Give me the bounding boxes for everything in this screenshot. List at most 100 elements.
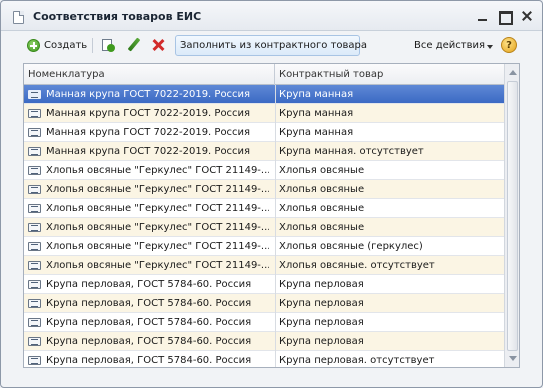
table-row[interactable]: Крупа перловая, ГОСТ 5784-60. Россия Круп… — [24, 275, 504, 294]
table-row[interactable]: Хлопья овсяные "Геркулес" ГОСТ 21149-...… — [24, 256, 504, 275]
column-divider — [275, 351, 276, 367]
fill-from-contract-label: Заполнить из контрактного товара — [180, 40, 368, 51]
edit-button[interactable] — [124, 36, 142, 56]
table-row[interactable]: Манная крупа ГОСТ 7022-2019. Россия Крупа… — [24, 104, 504, 123]
nomenclature-cell: Хлопья овсяные "Геркулес" ГОСТ 21149-... — [46, 184, 269, 195]
catalog-item-icon — [28, 166, 41, 175]
column-divider — [275, 199, 276, 218]
nomenclature-cell: Манная крупа ГОСТ 7022-2019. Россия — [46, 108, 251, 119]
nomenclature-cell: Манная крупа ГОСТ 7022-2019. Россия — [46, 146, 251, 157]
matches-table: Номенклатура Контрактный товар Манная кр… — [23, 63, 520, 368]
maximize-button[interactable] — [498, 9, 513, 25]
catalog-item-icon — [28, 318, 41, 327]
nomenclature-cell: Крупа перловая, ГОСТ 5784-60. Россия — [46, 355, 252, 366]
help-icon: ? — [501, 37, 517, 53]
catalog-item-icon — [28, 90, 41, 99]
column-divider — [275, 85, 276, 104]
nomenclature-cell: Хлопья овсяные "Геркулес" ГОСТ 21149-... — [46, 165, 269, 176]
table-row[interactable]: Хлопья овсяные "Геркулес" ГОСТ 21149-...… — [24, 237, 504, 256]
nomenclature-cell: Крупа перловая, ГОСТ 5784-60. Россия — [46, 317, 252, 328]
nomenclature-cell: Хлопья овсяные "Геркулес" ГОСТ 21149-... — [46, 241, 269, 252]
fill-from-contract-button[interactable]: Заполнить из контрактного товара — [175, 35, 367, 56]
close-button[interactable] — [520, 9, 534, 23]
chevron-down-icon — [487, 45, 493, 49]
table-row[interactable]: Крупа перловая, ГОСТ 5784-60. Россия Круп… — [24, 294, 504, 313]
table-row[interactable]: Манная крупа ГОСТ 7022-2019. Россия Крупа… — [24, 85, 504, 104]
contract-item-cell: Крупа перловая. отсутствует — [279, 355, 435, 366]
table-row[interactable]: Хлопья овсяные "Геркулес" ГОСТ 21149-...… — [24, 218, 504, 237]
window: Соответствия товаров ЕИС Создать Заполни… — [0, 0, 543, 388]
contract-item-cell: Крупа манная — [279, 89, 354, 100]
column-divider — [275, 180, 276, 199]
contract-item-cell: Хлопья овсяные — [279, 222, 365, 233]
scroll-up-icon[interactable] — [509, 70, 517, 75]
contract-item-cell: Хлопья овсяные. отсутствует — [279, 260, 435, 271]
catalog-item-icon — [28, 185, 41, 194]
contract-item-cell: Крупа манная — [279, 108, 354, 119]
column-divider — [275, 313, 276, 332]
copy-button[interactable] — [99, 36, 117, 56]
nomenclature-cell: Крупа перловая, ГОСТ 5784-60. Россия — [46, 279, 252, 290]
table-row[interactable]: Крупа перловая, ГОСТ 5784-60. Россия Круп… — [24, 351, 504, 367]
toolbar-separator — [92, 38, 93, 53]
column-divider — [275, 237, 276, 256]
delete-button[interactable] — [149, 36, 167, 56]
minimize-button[interactable] — [476, 9, 490, 23]
scroll-down-icon[interactable] — [509, 356, 517, 361]
catalog-item-icon — [28, 242, 41, 251]
column-divider — [275, 123, 276, 142]
title-bar: Соответствия товаров ЕИС — [1, 1, 542, 31]
document-icon — [13, 11, 24, 24]
table-body: Манная крупа ГОСТ 7022-2019. Россия Крупа… — [24, 85, 504, 367]
catalog-item-icon — [28, 128, 41, 137]
column-divider — [275, 275, 276, 294]
scrollbar-thumb[interactable] — [507, 81, 518, 351]
all-actions-menu[interactable]: Все действия — [414, 36, 494, 56]
column-divider — [275, 142, 276, 161]
table-row[interactable]: Крупа перловая, ГОСТ 5784-60. Россия Круп… — [24, 332, 504, 351]
column-divider — [275, 256, 276, 275]
copy-icon — [102, 39, 115, 52]
table-row[interactable]: Манная крупа ГОСТ 7022-2019. Россия Крупа… — [24, 123, 504, 142]
nomenclature-cell: Манная крупа ГОСТ 7022-2019. Россия — [46, 89, 251, 100]
catalog-item-icon — [28, 204, 41, 213]
table-row[interactable]: Хлопья овсяные "Геркулес" ГОСТ 21149-...… — [24, 199, 504, 218]
table-header: Номенклатура Контрактный товар — [24, 64, 504, 85]
table-row[interactable]: Хлопья овсяные "Геркулес" ГОСТ 21149-...… — [24, 161, 504, 180]
contract-item-cell: Крупа манная — [279, 127, 354, 138]
catalog-item-icon — [28, 356, 41, 365]
column-divider — [275, 332, 276, 351]
create-button[interactable]: Создать — [24, 36, 88, 56]
column-divider — [275, 161, 276, 180]
create-label: Создать — [44, 40, 88, 51]
column-divider — [275, 294, 276, 313]
toolbar: Создать Заполнить из контрактного товара… — [13, 33, 533, 59]
window-title: Соответствия товаров ЕИС — [33, 10, 202, 23]
contract-item-cell: Хлопья овсяные — [279, 203, 365, 214]
contract-item-cell: Крупа перловая — [279, 336, 364, 347]
nomenclature-cell: Крупа перловая, ГОСТ 5784-60. Россия — [46, 336, 252, 347]
table-row[interactable]: Манная крупа ГОСТ 7022-2019. Россия Крупа… — [24, 142, 504, 161]
vertical-scrollbar[interactable] — [504, 64, 519, 367]
help-button[interactable]: ? — [500, 36, 518, 56]
contract-item-cell: Хлопья овсяные — [279, 165, 365, 176]
table-row[interactable]: Хлопья овсяные "Геркулес" ГОСТ 21149-...… — [24, 180, 504, 199]
nomenclature-cell: Крупа перловая, ГОСТ 5784-60. Россия — [46, 298, 252, 309]
column-header-nomenclature[interactable]: Номенклатура — [24, 64, 275, 85]
column-header-contract-item[interactable]: Контрактный товар — [275, 64, 504, 85]
catalog-item-icon — [28, 280, 41, 289]
catalog-item-icon — [28, 223, 41, 232]
contract-item-cell: Крупа перловая — [279, 317, 364, 328]
catalog-item-icon — [28, 261, 41, 270]
all-actions-label: Все действия — [414, 40, 485, 51]
table-row[interactable]: Крупа перловая, ГОСТ 5784-60. Россия Круп… — [24, 313, 504, 332]
catalog-item-icon — [28, 147, 41, 156]
contract-item-cell: Крупа перловая — [279, 298, 364, 309]
column-divider — [275, 218, 276, 237]
add-icon — [27, 39, 40, 52]
delete-icon — [151, 38, 165, 52]
catalog-item-icon — [28, 109, 41, 118]
catalog-item-icon — [28, 299, 41, 308]
contract-item-cell: Крупа перловая — [279, 279, 364, 290]
contract-item-cell: Хлопья овсяные — [279, 184, 365, 195]
